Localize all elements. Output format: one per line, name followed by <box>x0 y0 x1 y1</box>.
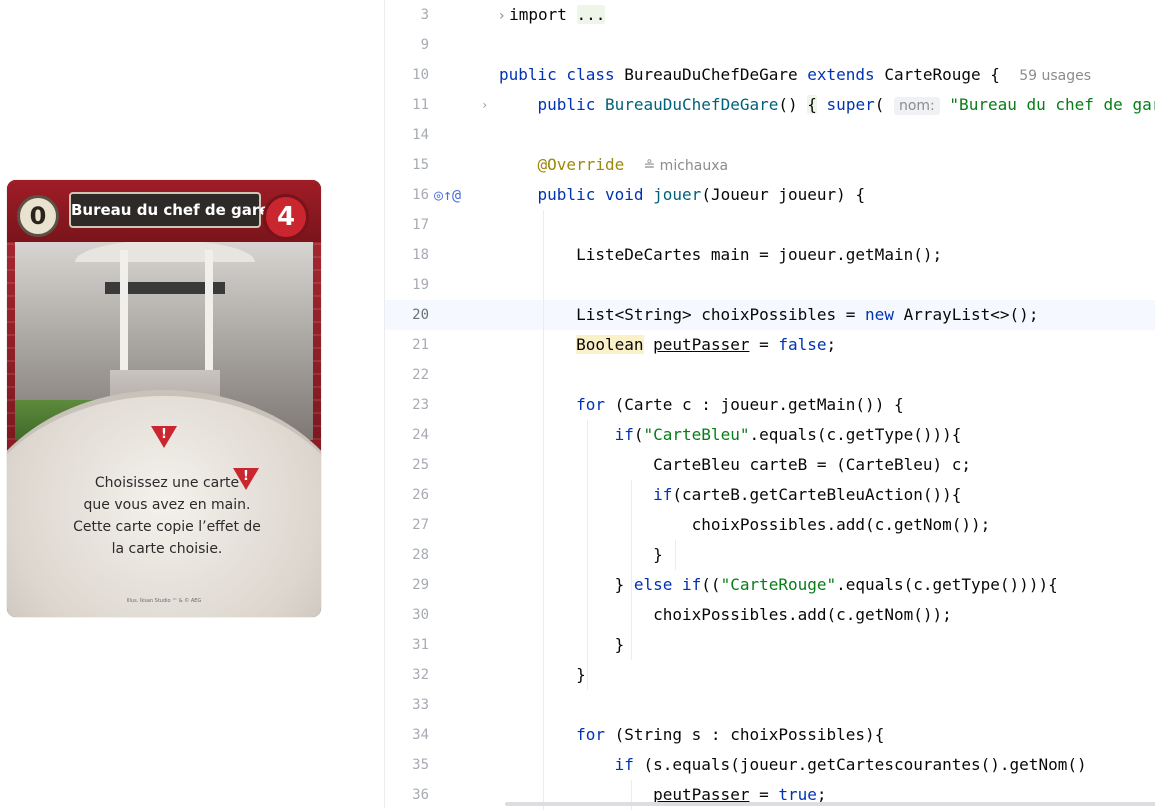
line-number[interactable]: 27 <box>385 510 429 540</box>
line-number[interactable]: 26 <box>385 480 429 510</box>
line-number[interactable]: 16 <box>385 180 429 210</box>
line-number[interactable]: 10 <box>385 60 429 90</box>
code-editor[interactable]: 3 › import ... 9 10 public class BureauDuChe… <box>384 0 1155 810</box>
code-line-26[interactable]: 26 if(carteB.getCarteBleuAction()){ <box>385 480 1155 510</box>
line-number[interactable]: 20 <box>385 300 429 330</box>
line-number[interactable]: 3 <box>385 0 429 30</box>
code-line-24[interactable]: 24 if("CarteBleu".equals(c.getType())){ <box>385 420 1155 450</box>
code-text[interactable]: } else if(("CarteRouge".equals(c.getType… <box>499 570 1058 600</box>
code-line-23[interactable]: 23 for (Carte c : joueur.getMain()) { <box>385 390 1155 420</box>
code-line-28[interactable]: 28 } <box>385 540 1155 570</box>
implements-override-icon[interactable]: ◎↑@ <box>434 180 461 210</box>
line-number[interactable]: 36 <box>385 780 429 810</box>
code-line-33[interactable]: 33 <box>385 690 1155 720</box>
code-line-34[interactable]: 34 for (String s : choixPossibles){ <box>385 720 1155 750</box>
code-text[interactable]: List<String> choixPossibles = new ArrayL… <box>499 300 1038 330</box>
code-text[interactable]: for (Carte c : joueur.getMain()) { <box>499 390 904 420</box>
code-line-9[interactable]: 9 <box>385 30 1155 60</box>
code-line-17[interactable]: 17 <box>385 210 1155 240</box>
card-text-line: Cette carte copie l’effet de <box>73 519 261 535</box>
code-text[interactable]: public void jouer(Joueur joueur) { <box>499 180 866 210</box>
fold-chevron-icon[interactable]: › <box>481 90 488 120</box>
code-text[interactable]: } <box>499 630 625 660</box>
line-number[interactable]: 31 <box>385 630 429 660</box>
line-number[interactable]: 32 <box>385 660 429 690</box>
code-text[interactable]: choixPossibles.add(c.getNom()); <box>499 510 991 540</box>
line-number[interactable]: 29 <box>385 570 429 600</box>
code-line-19[interactable]: 19 <box>385 270 1155 300</box>
code-text[interactable]: CarteBleu carteB = (CarteBleu) c; <box>499 450 971 480</box>
line-number[interactable]: 19 <box>385 270 429 300</box>
game-card: 0 Bureau du chef de gare 4 ! ! Choisisse… <box>7 180 321 617</box>
line-number[interactable]: 28 <box>385 540 429 570</box>
code-text[interactable]: } <box>499 540 663 570</box>
line-number[interactable]: 25 <box>385 450 429 480</box>
indent-guide <box>675 540 676 570</box>
code-line-32[interactable]: 32 } <box>385 660 1155 690</box>
code-text[interactable]: Boolean peutPasser = false; <box>499 330 836 360</box>
code-text[interactable]: if(carteB.getCarteBleuAction()){ <box>499 480 961 510</box>
card-text-line: que vous avez en main. <box>83 497 251 513</box>
code-text[interactable]: for (String s : choixPossibles){ <box>499 720 884 750</box>
code-line-18[interactable]: 18 ListeDeCartes main = joueur.getMain()… <box>385 240 1155 270</box>
card-title: Bureau du chef de gare <box>69 192 269 228</box>
code-line-21[interactable]: 21 Boolean peutPasser = false; <box>385 330 1155 360</box>
horizontal-scrollbar[interactable] <box>505 802 1155 806</box>
code-line-27[interactable]: 27 choixPossibles.add(c.getNom()); <box>385 510 1155 540</box>
code-text[interactable]: @Override ≗ michauxa <box>499 150 729 181</box>
line-number[interactable]: 35 <box>385 750 429 780</box>
card-cost-badge: 0 <box>17 195 59 237</box>
code-line-16[interactable]: 16 public void jouer(Joueur joueur) { <box>385 180 1155 210</box>
code-text[interactable]: if("CarteBleu".equals(c.getType())){ <box>499 420 962 450</box>
code-line-20[interactable]: 20 List<String> choixPossibles = new Arr… <box>385 300 1155 330</box>
code-line-3[interactable]: 3 › import ... <box>385 0 1155 30</box>
line-number[interactable]: 15 <box>385 150 429 180</box>
indent-guide <box>631 480 632 660</box>
code-text[interactable]: choixPossibles.add(c.getNom()); <box>499 600 952 630</box>
line-number[interactable]: 14 <box>385 120 429 150</box>
canopy-roof <box>75 240 255 262</box>
line-number[interactable]: 22 <box>385 360 429 390</box>
code-line-22[interactable]: 22 <box>385 360 1155 390</box>
code-line-31[interactable]: 31 } <box>385 630 1155 660</box>
code-line-29[interactable]: 29 } else if(("CarteRouge".equals(c.getT… <box>385 570 1155 600</box>
code-text[interactable]: › import ... <box>499 0 606 31</box>
code-line-30[interactable]: 30 choixPossibles.add(c.getNom()); <box>385 600 1155 630</box>
line-number[interactable]: 18 <box>385 240 429 270</box>
code-line-15[interactable]: 15 @Override ≗ michauxa <box>385 150 1155 180</box>
line-number[interactable]: 24 <box>385 420 429 450</box>
line-number[interactable]: 30 <box>385 600 429 630</box>
card-text-line: Choisissez une carte <box>94 475 240 491</box>
card-rules-text: Choisissez une carte que vous avez en ma… <box>47 472 287 560</box>
line-number[interactable]: 11 <box>385 90 429 120</box>
code-text[interactable]: public class BureauDuChefDeGare extends … <box>499 60 1091 91</box>
line-number[interactable]: 17 <box>385 210 429 240</box>
code-line-10[interactable]: 10 public class BureauDuChefDeGare extend… <box>385 60 1155 90</box>
line-number[interactable]: 33 <box>385 690 429 720</box>
card-credit: Illus. Iksan Studio ™ & © AEG <box>126 598 202 604</box>
code-line-11[interactable]: 11 › public BureauDuChefDeGare() { super(… <box>385 90 1155 120</box>
line-number[interactable]: 23 <box>385 390 429 420</box>
warning-glyph: ! <box>161 427 167 442</box>
card-points-badge: 4 <box>263 194 309 240</box>
code-text[interactable]: ListeDeCartes main = joueur.getMain(); <box>499 240 942 270</box>
line-number[interactable]: 9 <box>385 30 429 60</box>
indent-guide <box>543 210 544 810</box>
line-number[interactable]: 21 <box>385 330 429 360</box>
warning-icon: ! <box>151 426 177 448</box>
indent-guide <box>587 420 588 690</box>
code-text[interactable]: public BureauDuChefDeGare() { super( nom… <box>499 90 1155 121</box>
line-number[interactable]: 34 <box>385 720 429 750</box>
code-line-25[interactable]: 25 CarteBleu carteB = (CarteBleu) c; <box>385 450 1155 480</box>
code-text[interactable]: if (s.equals(joueur.getCartescourantes()… <box>499 750 1087 780</box>
code-line-14[interactable]: 14 <box>385 120 1155 150</box>
card-text-line: la carte choisie. <box>111 541 223 557</box>
code-line-35[interactable]: 35 if (s.equals(joueur.getCartescourante… <box>385 750 1155 780</box>
